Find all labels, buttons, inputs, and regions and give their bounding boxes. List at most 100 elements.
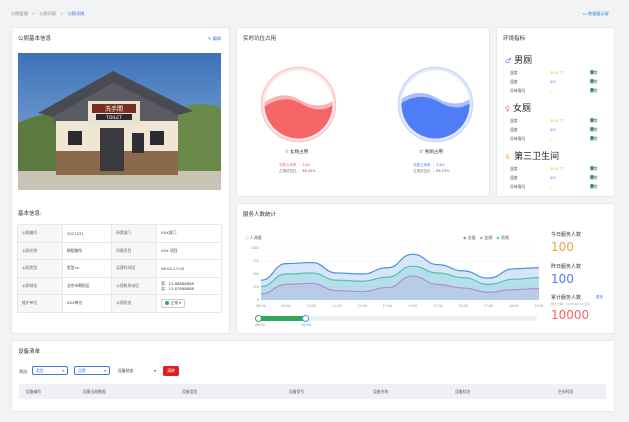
x-tick-label: 13:00 <box>383 304 393 308</box>
card-title: 实时坑位占用 <box>243 36 277 42</box>
basic-info-card: 公厕基本信息 ✎ 编辑 洗手間 TOILET 基本信息: 公厕编号 102743… <box>11 27 230 334</box>
female-occupancy-gauge <box>260 66 337 143</box>
x-tick-label: 19:00 <box>534 304 543 308</box>
circle-icon: ○ <box>245 235 249 240</box>
male-occupancy-label: ♂ 男厕占用 <box>419 150 443 155</box>
yesterday-value: 100 <box>551 272 574 286</box>
column-header: 设备当前数据 <box>83 389 106 394</box>
legend-dot-icon: ◉ <box>479 235 484 240</box>
table-row: 公厕名称 朝阳路所 所属项目 XXX 项目 <box>17 241 223 260</box>
slider-handle-end[interactable] <box>302 315 309 322</box>
column-header: 设备名称 <box>373 389 389 394</box>
table-row: 公厕地址 北京市朝阳区 公厕联系电话 男：12.88888888 女：12.87888… <box>17 276 223 295</box>
chevron-right-icon: > <box>31 11 36 16</box>
chevron-down-icon: ▾ <box>62 368 64 373</box>
service-stats-card: 服务人数统计 ○ 人流量 ◉ 总量 ◉ 女厕 ◉ 男厕 0 250 500 750 10… <box>236 203 615 334</box>
total-label: 累计服务人数 <box>551 295 582 301</box>
x-tick-label: 09:00 <box>282 304 292 308</box>
column-header: 设备型号 <box>289 389 305 394</box>
y-tick-label: 1000 <box>251 246 259 250</box>
male-icon: ♂ <box>419 150 424 155</box>
column-header: 设备类型 <box>182 389 198 394</box>
edit-button[interactable]: ✎ 编辑 <box>208 36 221 42</box>
total-value: 10000 <box>551 308 590 322</box>
more-link[interactable]: 更多 <box>596 295 603 300</box>
x-tick-label: 12:00 <box>357 304 367 308</box>
x-tick-label: 15:00 <box>433 304 443 308</box>
status-select[interactable]: 正常 ▾ <box>160 298 186 308</box>
male-stat-line: 占用坑位比 ｜ 86.33% <box>413 169 450 173</box>
table-row: 公厕编号 1027431 所属部门 XXX部门 <box>17 224 223 243</box>
y-tick-label: 500 <box>253 272 259 276</box>
breadcrumb-current: 公厕详情 <box>67 11 85 16</box>
x-tick-label: 18:00 <box>509 304 519 308</box>
toilet-photo: 洗手間 TOILET <box>18 53 221 190</box>
realtime-occupancy-card: 实时坑位占用 ♀ 女厕占用 总数占用率 ｜ 5/84 占用坑位比 ｜ 86.45… <box>236 27 490 197</box>
slider-range-fill <box>257 316 305 321</box>
y-tick-label: 750 <box>253 259 259 263</box>
chevron-down-icon: ▾ <box>104 368 106 373</box>
x-tick-label: 17:00 <box>484 304 494 308</box>
service-area-chart: 0 250 500 750 1000 08:00 09:00 10:00 11:00 12:00 1… <box>251 246 543 308</box>
total-note: 统计日期：2018-02-01 至今 <box>551 302 591 306</box>
chevron-right-icon: > <box>60 11 64 16</box>
section-label: 基本信息: <box>18 211 42 217</box>
chevron-down-icon: ▾ <box>154 368 156 373</box>
slider-handle-start[interactable] <box>255 315 262 322</box>
time-range-slider[interactable] <box>255 315 537 322</box>
column-header: 设备编号 <box>26 389 42 394</box>
card-title: 服务人数统计 <box>243 212 277 218</box>
chart-legend: ◉ 总量 ◉ 女厕 ◉ 男厕 <box>463 235 509 240</box>
card-title: 设备清单 <box>18 349 41 355</box>
table-row: 维护单位 XXX单位 公厕状态 正常 ▾ <box>17 294 223 313</box>
female-stat-line: 占用坑位比 ｜ 86.45% <box>279 169 316 173</box>
today-value: 100 <box>551 240 574 254</box>
breadcrumb-item[interactable]: 公厕列表 <box>39 11 56 16</box>
column-header: 设备状态 <box>455 389 471 394</box>
filter-label: 筛选: <box>19 369 29 374</box>
today-label: 今日服务人数 <box>551 232 582 238</box>
slider-start-label: 08:00 <box>255 323 265 327</box>
x-tick-label: 11:00 <box>332 304 342 308</box>
photo-sign-text: 洗手間 <box>105 105 123 113</box>
env-group-third: ♿ 第三卫生间 <box>505 152 560 162</box>
card-title: 环境指标 <box>503 36 526 42</box>
brand-filter-select[interactable]: 品牌 ▾ <box>74 366 110 375</box>
card-title: 公厕基本信息 <box>18 36 52 42</box>
breadcrumb: 公厕管理 > 公厕列表 > 公厕详情 <box>11 11 84 17</box>
legend-dot-icon: ◉ <box>496 235 500 240</box>
female-icon: ♀ <box>285 150 289 155</box>
status-filter-select[interactable]: 设备状态 ▾ <box>118 366 156 375</box>
x-tick-label: 08:00 <box>256 304 266 308</box>
photo-sign-text: TOILET <box>105 115 122 121</box>
accessible-icon: ♿ <box>505 153 512 161</box>
clear-filter-button[interactable]: 清除 <box>163 366 179 376</box>
y-tick-label: 0 <box>257 298 259 302</box>
female-icon: ♀ <box>505 105 511 113</box>
column-header: 空闲时段 <box>558 389 574 394</box>
status-dot-icon <box>164 300 169 305</box>
environment-card: 环境指标 ♂ 男厕 温度 30.4 ℃ 正常 湿度 4% 正常 异味情况 -- 正常 ♀ 女… <box>496 27 615 197</box>
breadcrumb-item[interactable]: 公厕管理 <box>11 11 28 16</box>
device-table-header <box>19 384 606 399</box>
basic-info-table: 公厕编号 1027431 所属部门 XXX部门 公厕名称 朝阳路所 所属项目 XXX 项目 … <box>17 224 223 313</box>
male-occupancy-gauge <box>397 66 474 143</box>
type-filter-select[interactable]: 类型 ▾ <box>32 366 68 375</box>
female-stat-line: 总数占用率 ｜ 5/84 <box>279 163 311 167</box>
slider-end-label: 10:00 <box>301 323 311 327</box>
x-tick-label: 10:00 <box>307 304 317 308</box>
pencil-icon: ✎ <box>207 36 212 41</box>
data-screen-button[interactable]: ▭ 数据展示屏 <box>583 11 609 17</box>
legend-dot-icon: ◉ <box>463 235 467 240</box>
male-icon: ♂ <box>505 57 512 65</box>
x-tick-label: 16:00 <box>458 304 468 308</box>
table-row: 公厕类型 类型xx 运营时间段 08:00-17:00 <box>17 259 223 278</box>
male-stat-line: 总数占用率 ｜ 5/84 <box>413 163 445 167</box>
y-tick-label: 250 <box>253 285 259 289</box>
env-group-male: ♂ 男厕 <box>505 56 533 66</box>
female-occupancy-label: ♀ 女厕占用 <box>285 150 309 155</box>
yesterday-label: 昨日服务人数 <box>551 264 582 270</box>
device-list-card: 设备清单 <box>11 340 615 412</box>
unit-label: ○ 人流量 <box>245 235 262 240</box>
x-tick-label: 14:00 <box>408 304 418 308</box>
